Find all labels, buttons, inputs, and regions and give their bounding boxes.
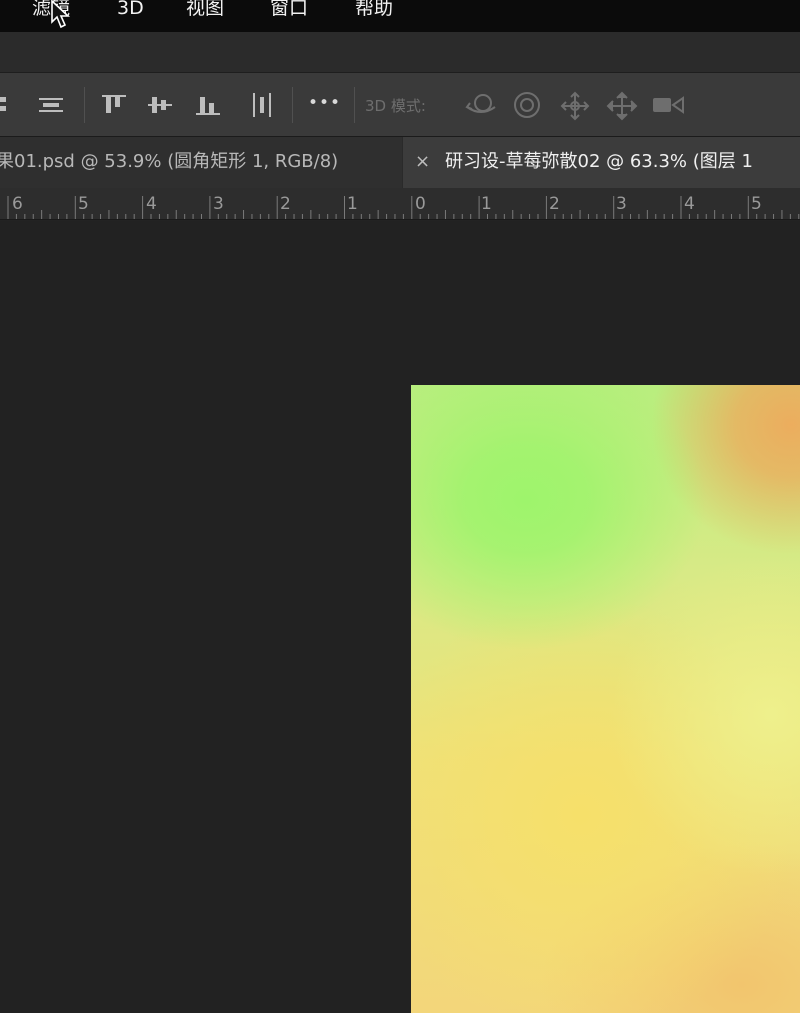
tab-label: 果01.psd @ 53.9% (圆角矩形 1, RGB/8)	[0, 151, 339, 172]
document-tab-bar: 果01.psd @ 53.9% (圆角矩形 1, RGB/8) × 研习设-草莓…	[0, 136, 800, 189]
distribute-hcenter-icon[interactable]	[250, 91, 274, 119]
ruler-label: 2	[280, 194, 291, 214]
separator	[292, 87, 293, 123]
separator	[354, 87, 355, 123]
panel-dock-strip	[0, 32, 800, 72]
ruler-label: 3	[616, 194, 627, 214]
document-canvas[interactable]	[411, 385, 800, 1013]
scale-3d-video-icon[interactable]	[652, 91, 686, 119]
align-bottom-icon[interactable]	[195, 91, 221, 119]
align-center-icon[interactable]	[37, 91, 65, 119]
more-options-button[interactable]: •••	[308, 93, 341, 121]
tab-document-2[interactable]: × 研习设-草莓弥散02 @ 63.3% (图层 1	[403, 137, 800, 189]
tab-document-1[interactable]: 果01.psd @ 53.9% (圆角矩形 1, RGB/8)	[0, 137, 402, 189]
ruler-label: 1	[347, 194, 358, 214]
align-vcenter-icon[interactable]	[147, 91, 173, 119]
ruler-label: 3	[213, 194, 224, 214]
menu-window[interactable]: 窗口	[270, 0, 308, 20]
menu-3d[interactable]: 3D	[117, 0, 144, 20]
3d-mode-label: 3D 模式:	[365, 97, 426, 115]
ruler-label: 2	[549, 194, 560, 214]
ruler-label: 0	[415, 194, 426, 214]
ruler-ticks	[7, 196, 800, 219]
workspace-area[interactable]	[0, 221, 800, 1013]
close-icon[interactable]: ×	[415, 151, 430, 173]
distribute-icon[interactable]	[0, 91, 10, 119]
ruler-label: 5	[78, 194, 89, 214]
pan-3d-icon[interactable]	[560, 91, 590, 121]
ruler-label: 4	[684, 194, 695, 214]
ruler-label: 4	[146, 194, 157, 214]
roll-3d-icon[interactable]	[512, 91, 542, 119]
ruler-label: 5	[751, 194, 762, 214]
orbit-3d-icon[interactable]	[464, 91, 498, 119]
separator	[84, 87, 85, 123]
horizontal-ruler: 6 5 4 3 2 1 0 1 2 3 4 5	[0, 188, 800, 220]
ruler-label: 6	[12, 194, 23, 214]
align-top-icon[interactable]	[101, 91, 127, 119]
menu-bar: 滤镜 3D 视图 窗口 帮助	[0, 0, 800, 32]
menu-help[interactable]: 帮助	[355, 0, 393, 20]
options-bar: ••• 3D 模式:	[0, 72, 800, 136]
menu-view[interactable]: 视图	[186, 0, 224, 20]
mouse-cursor-icon	[51, 0, 71, 29]
slide-3d-icon[interactable]	[606, 91, 638, 121]
ruler-label: 1	[481, 194, 492, 214]
tab-label: 研习设-草莓弥散02 @ 63.3% (图层 1	[445, 151, 753, 172]
